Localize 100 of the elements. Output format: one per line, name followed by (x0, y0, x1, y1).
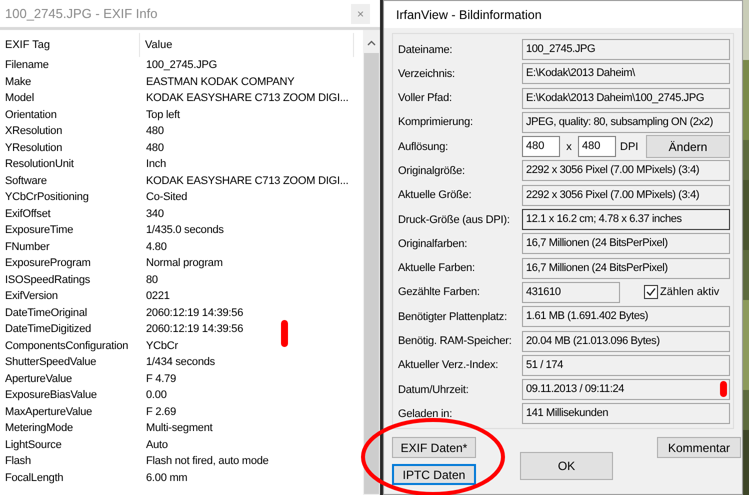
table-cell-text: ExifOffset (4, 206, 50, 222)
table-cell-text: LightSource (4, 438, 62, 452)
table-cell-text: 1/434 seconds (145, 355, 215, 370)
table-cell-text: FocalLength (4, 470, 64, 486)
info-field[interactable]: 12.1 x 16.2 cm; 4.78 x 6.37 inches (522, 209, 730, 230)
info-field[interactable]: 16,7 Millionen (24 BitsPerPixel) (522, 258, 730, 279)
field-label: Verzeichnis: (398, 68, 456, 80)
column-header[interactable]: EXIF Tag (0, 33, 140, 57)
checkbox[interactable] (644, 285, 658, 300)
field-label: Gezählte Farben: (398, 286, 481, 298)
scrollbar-thumb[interactable] (364, 53, 379, 494)
table-cell-text: 4.80 (145, 240, 167, 254)
table-cell-text: Inch (145, 157, 166, 172)
table-cell-text: Filename (4, 58, 49, 73)
table-cell-text: 80 (145, 272, 158, 288)
table-cell-text: 1/435.0 seconds (145, 223, 224, 238)
info-field[interactable]: 1.61 MB (1.691.402 Bytes) (522, 306, 730, 328)
checkbox-label[interactable]: Zählen aktiv (660, 286, 720, 298)
table-cell-text: Multi-segment (145, 421, 212, 436)
info-field[interactable]: 2292 x 3056 Pixel (7.00 MPixels) (3:4) (522, 160, 730, 182)
table-cell-text: ShutterSpeedValue (4, 355, 96, 370)
field-label: Geladen in: (398, 408, 454, 420)
table-cell-text: 0.00 (145, 388, 167, 403)
table-cell-text: Flash (4, 454, 31, 469)
table-cell-text: XResolution (4, 124, 62, 139)
info-field[interactable]: 2292 x 3056 Pixel (7.00 MPixels) (3:4) (522, 184, 730, 206)
exif-data-button[interactable]: EXIF Daten* (392, 437, 476, 458)
table-cell-text: 2060:12:19 14:39:56 (145, 322, 244, 337)
table-cell-text: ApertureValue (4, 372, 72, 386)
table-cell-text: 2060:12:19 14:39:56 (145, 306, 244, 320)
table-cell-text: Auto (145, 438, 168, 452)
table-cell-text: Orientation (4, 108, 57, 122)
window-title: 100_2745.JPG - EXIF Info (5, 6, 158, 21)
table-cell-text: KODAK EASYSHARE C713 ZOOM DIGI... (145, 174, 348, 188)
field-label: Datum/Uhrzeit: (398, 384, 470, 396)
field-label: Voller Pfad: (398, 92, 453, 104)
table-cell-text: ExifVersion (4, 289, 58, 304)
times-label: x (565, 140, 573, 153)
field-label: Benötigter Plattenplatz: (398, 310, 508, 323)
table-cell-text: ExposureProgram (4, 256, 91, 271)
info-field[interactable]: 51 / 174 (522, 354, 730, 376)
info-field[interactable]: JPEG, quality: 80, subsampling ON (2x2) (522, 112, 730, 133)
table-cell-text: EASTMAN KODAK COMPANY (145, 74, 294, 90)
field-label: Aktueller Verz.-Index: (398, 359, 500, 372)
field-label: Auflösung: (398, 140, 449, 153)
info-field[interactable]: 09.11.2013 / 09:11:24 (522, 379, 730, 400)
table-cell-text: MaxApertureValue (4, 404, 92, 420)
field-label: Dateiname: (398, 44, 454, 56)
table-cell-text: YCbCr (145, 338, 178, 354)
field-label: Benötig. RAM-Speicher: (398, 335, 513, 348)
info-field[interactable]: 16,7 Millionen (24 BitsPerPixel) (522, 233, 730, 254)
table-cell-text: 340 (145, 206, 164, 222)
table-cell-text: ISOSpeedRatings (4, 272, 90, 288)
table-cell-text: Make (4, 74, 32, 90)
info-field[interactable]: 431610 (522, 282, 620, 303)
field-label: Druck-Größe (aus DPI): (398, 214, 511, 226)
field-label: Originalfarben: (398, 238, 468, 250)
table-cell-text: FNumber (4, 240, 50, 254)
table-cell-text: Co-Sited (145, 190, 188, 205)
field-label: Komprimierung: (398, 116, 474, 128)
dpi-input[interactable]: 480 (522, 136, 560, 158)
table-cell-text: 480 (145, 140, 164, 156)
table-cell-text: MeteringMode (4, 421, 73, 436)
info-field[interactable]: E:\Kodak\2013 Daheim\ (522, 63, 730, 84)
table-cell-text: Flash not fired, auto mode (145, 454, 269, 469)
table-cell-text: ExposureTime (4, 223, 74, 238)
info-field[interactable]: 141 Millisekunden (522, 403, 730, 424)
table-cell-text: Model (4, 91, 34, 106)
info-field[interactable]: E:\Kodak\2013 Daheim\100_2745.JPG (522, 88, 730, 109)
table-cell-text: YResolution (4, 140, 62, 156)
field-label: Aktuelle Farben: (398, 262, 476, 274)
table-cell-text: Normal program (145, 256, 223, 271)
table-cell-text: KODAK EASYSHARE C713 ZOOM DIGI... (145, 91, 348, 106)
table-cell-text: 0221 (145, 289, 170, 304)
table-cell-text: 480 (145, 124, 164, 139)
table-cell-text: DateTimeOriginal (4, 306, 87, 320)
column-header[interactable]: Value (140, 33, 354, 57)
field-label: Aktuelle Größe: (398, 189, 472, 202)
dpi-input[interactable]: 480 (578, 136, 616, 158)
table-cell-text: 100_2745.JPG (145, 58, 217, 73)
table-cell-text: ComponentsConfiguration (4, 338, 128, 354)
table-cell-text: Software (4, 174, 47, 188)
ok-button[interactable]: OK (520, 452, 613, 480)
iptc-data-button[interactable]: IPTC Daten (392, 464, 476, 486)
table-cell-text: ExposureBiasValue (4, 388, 97, 403)
table-cell-text: ResolutionUnit (4, 157, 74, 172)
table-cell-text: F 4.79 (145, 372, 176, 386)
change-button[interactable]: Ändern (646, 135, 730, 158)
comment-button[interactable]: Kommentar (657, 437, 741, 458)
table-cell-text: Top left (145, 108, 180, 122)
scrollbar[interactable] (363, 30, 380, 495)
info-field[interactable]: 20.04 MB (21.013.096 Bytes) (522, 330, 730, 352)
table-cell-text: DateTimeDigitized (4, 322, 92, 337)
dialog-title: IrfanView - Bildinformation (396, 8, 542, 22)
table-cell-text: F 2.69 (145, 404, 176, 420)
table-cell-text: YCbCrPositioning (4, 190, 89, 205)
unit-label: DPI (620, 140, 640, 153)
info-field[interactable]: 100_2745.JPG (522, 39, 730, 60)
table-cell-text: 6.00 mm (145, 470, 188, 486)
annotation-mark (281, 320, 288, 347)
